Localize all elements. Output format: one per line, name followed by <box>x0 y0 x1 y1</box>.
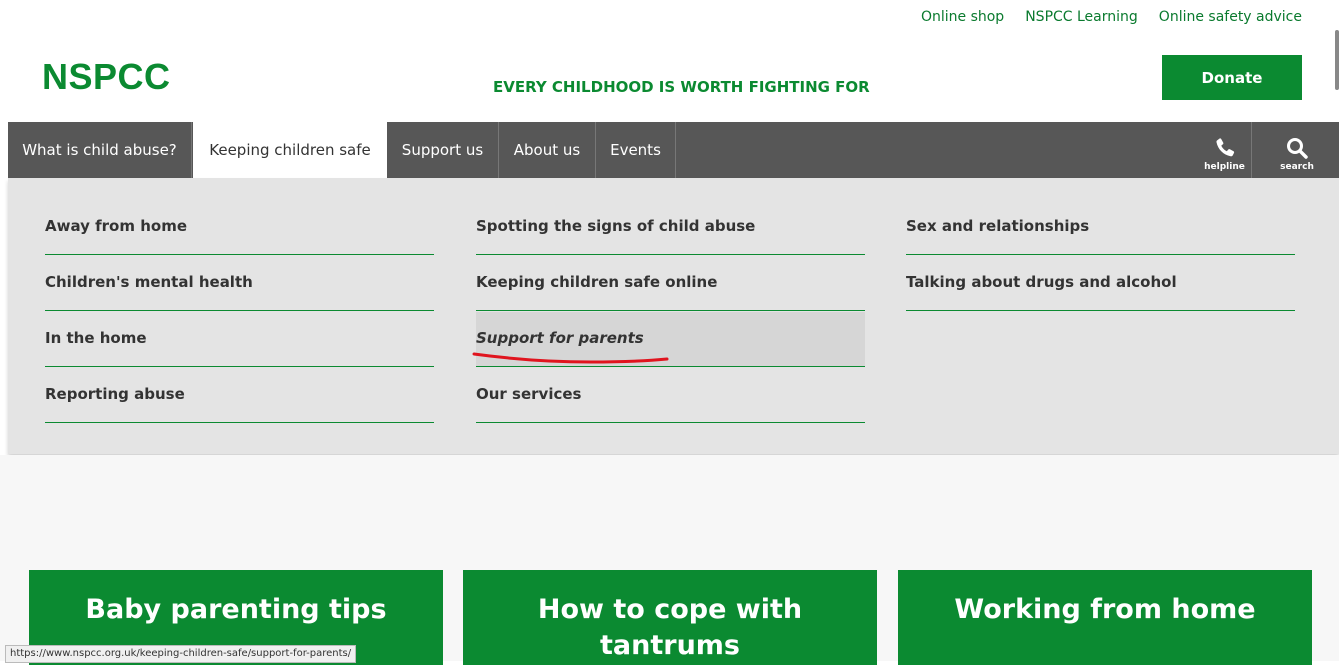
main-nav: What is child abuse? Keeping children sa… <box>8 122 1339 178</box>
red-annotation-underline <box>472 352 669 364</box>
nav-about-us[interactable]: About us <box>499 122 596 178</box>
helpline-label: helpline <box>1204 162 1245 172</box>
search-icon <box>1287 138 1308 159</box>
online-shop-link[interactable]: Online shop <box>921 9 1004 25</box>
card-how-to-cope-with-tantrums[interactable]: How to cope with tantrums <box>463 570 877 665</box>
nspcc-learning-link[interactable]: NSPCC Learning <box>1025 9 1138 25</box>
link-in-the-home[interactable]: In the home <box>45 312 434 367</box>
card-working-from-home[interactable]: Working from home <box>898 570 1312 665</box>
link-childrens-mental-health[interactable]: Children's mental health <box>45 256 434 311</box>
nav-keeping-children-safe[interactable]: Keeping children safe <box>193 122 387 178</box>
link-our-services[interactable]: Our services <box>476 368 865 423</box>
search-button[interactable]: search <box>1270 122 1324 178</box>
card-title: Working from home <box>954 594 1256 625</box>
link-talking-about-drugs-and-alcohol[interactable]: Talking about drugs and alcohol <box>906 256 1295 311</box>
mega-menu-dropdown: Away from home Children's mental health … <box>8 178 1339 454</box>
search-label: search <box>1280 162 1314 172</box>
utility-nav: Online shop NSPCC Learning Online safety… <box>921 9 1302 25</box>
phone-icon <box>1215 138 1234 157</box>
link-spotting-the-signs[interactable]: Spotting the signs of child abuse <box>476 200 865 255</box>
card-title: How to cope with tantrums <box>537 594 803 661</box>
status-bar-url: https://www.nspcc.org.uk/keeping-childre… <box>5 645 357 663</box>
online-safety-advice-link[interactable]: Online safety advice <box>1159 9 1302 25</box>
nav-events[interactable]: Events <box>596 122 676 178</box>
nspcc-logo[interactable]: NSPCC <box>42 56 171 98</box>
tagline: EVERY CHILDHOOD IS WORTH FIGHTING FOR <box>493 78 870 96</box>
link-away-from-home[interactable]: Away from home <box>45 200 434 255</box>
dropdown-column-3: Sex and relationships Talking about drug… <box>906 200 1295 312</box>
dropdown-column-2: Spotting the signs of child abuse Keepin… <box>476 200 865 424</box>
link-keeping-children-safe-online[interactable]: Keeping children safe online <box>476 256 865 311</box>
link-reporting-abuse[interactable]: Reporting abuse <box>45 368 434 423</box>
nav-support-us[interactable]: Support us <box>387 122 499 178</box>
link-sex-and-relationships[interactable]: Sex and relationships <box>906 200 1295 255</box>
helpline-button[interactable]: helpline <box>1198 122 1252 178</box>
dropdown-column-1: Away from home Children's mental health … <box>45 200 434 424</box>
nav-what-is-child-abuse[interactable]: What is child abuse? <box>8 122 192 178</box>
donate-button[interactable]: Donate <box>1162 55 1302 100</box>
window-scrollbar[interactable] <box>1335 30 1339 90</box>
